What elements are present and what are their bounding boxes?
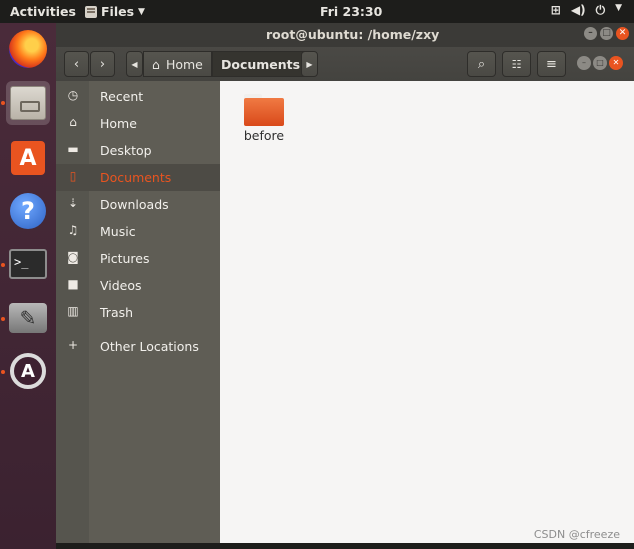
window-title: root@ubuntu: /home/zxy [266, 27, 440, 42]
clock[interactable]: Fri 23:30 [320, 4, 382, 19]
sidebar-item-videos[interactable]: ■ Videos [56, 272, 220, 299]
network-icon: ⊞ [550, 3, 561, 17]
sidebar-item-label: Downloads [100, 197, 169, 212]
view-toggle-button[interactable]: ☷ [502, 51, 531, 77]
sidebar-item-other-locations[interactable]: + Other Locations [56, 333, 220, 360]
watermark: CSDN @cfreeze [533, 528, 620, 541]
sidebar-item-music[interactable]: ♫ Music [56, 218, 220, 245]
sidebar-item-pictures[interactable]: ◙ Pictures [56, 245, 220, 272]
files-icon [10, 86, 46, 120]
trash-icon: ▥ [67, 304, 79, 318]
system-tray[interactable]: ⊞ ◀) ⏻ ▼ [551, 3, 622, 18]
header-minimize-button[interactable]: – [577, 56, 591, 70]
running-indicator [1, 263, 5, 267]
sidebar-item-label: Documents [100, 170, 172, 185]
sidebar-item-recent[interactable]: ◷ Recent [56, 83, 220, 110]
triangle-right-icon: ▶ [306, 59, 313, 69]
launcher-help[interactable]: ? [6, 189, 50, 233]
running-indicator [1, 370, 5, 374]
places-sidebar: ◷ Recent ⌂ Home ▬ Desktop ▯ Documents ⇣ … [56, 81, 220, 543]
app-menu-label: Files [101, 4, 135, 19]
search-button[interactable]: ⌕ [467, 51, 496, 77]
title-bar[interactable]: root@ubuntu: /home/zxy – □ ✕ [56, 23, 634, 47]
sidebar-item-label: Music [100, 224, 136, 239]
document-icon: ▯ [69, 169, 77, 183]
app-menu[interactable]: Files ▼ [85, 4, 145, 19]
forward-button[interactable]: › [90, 51, 115, 77]
software-updater-icon: A [10, 353, 46, 389]
sidebar-item-label: Other Locations [100, 339, 199, 354]
sidebar-item-label: Desktop [100, 143, 152, 158]
files-app-icon [85, 5, 97, 18]
tools-icon: ✎ [9, 303, 47, 333]
plus-icon: + [67, 338, 79, 352]
file-view[interactable]: before [220, 81, 634, 543]
launcher-tools[interactable]: ✎ [6, 296, 50, 340]
sidebar-item-label: Trash [100, 305, 134, 320]
download-icon: ⇣ [67, 196, 79, 210]
chevron-left-icon: ‹ [73, 56, 80, 72]
path-scroll-left-button[interactable]: ◀ [126, 51, 143, 77]
launcher-files[interactable] [6, 81, 50, 125]
top-bar: Activities Files ▼ Fri 23:30 ⊞ ◀) ⏻ ▼ [0, 0, 634, 23]
breadcrumb-current-label: Documents [221, 56, 301, 72]
launcher-software-updater[interactable]: A [6, 349, 50, 393]
chevron-down-icon: ▼ [615, 3, 622, 13]
triangle-left-icon: ◀ [131, 59, 138, 69]
video-icon: ■ [67, 277, 79, 291]
launcher-terminal[interactable]: >_ [6, 242, 50, 286]
software-store-icon: A [11, 141, 45, 175]
back-button[interactable]: ‹ [64, 51, 89, 77]
sidebar-item-label: Videos [100, 278, 142, 293]
desktop-folder-icon: ▬ [67, 142, 79, 156]
window-controls: – □ ✕ [584, 27, 629, 40]
firefox-icon [9, 30, 47, 68]
launcher-software[interactable]: A [6, 136, 50, 180]
activities-button[interactable]: Activities [10, 4, 76, 19]
minimize-button[interactable]: – [584, 27, 597, 40]
search-icon: ⌕ [477, 56, 486, 72]
file-manager-window: root@ubuntu: /home/zxy – □ ✕ ‹ › ◀ ⌂ Hom… [56, 23, 634, 543]
close-button[interactable]: ✕ [616, 27, 629, 40]
maximize-button[interactable]: □ [600, 27, 613, 40]
terminal-icon: >_ [9, 249, 47, 279]
running-indicator [1, 101, 5, 105]
breadcrumb-documents[interactable]: Documents [212, 51, 310, 77]
chevron-down-icon: ▼ [138, 6, 145, 17]
launcher-firefox[interactable] [6, 27, 50, 71]
path-scroll-right-button[interactable]: ▶ [301, 51, 318, 77]
music-icon: ♫ [67, 223, 79, 237]
clock-icon: ◷ [67, 88, 79, 102]
camera-icon: ◙ [67, 250, 79, 264]
folder-icon [244, 94, 284, 126]
sidebar-item-home[interactable]: ⌂ Home [56, 110, 220, 137]
sidebar-item-trash[interactable]: ▥ Trash [56, 299, 220, 326]
list-view-icon: ☷ [511, 57, 522, 71]
home-icon: ⌂ [152, 56, 160, 72]
sidebar-item-label: Home [100, 116, 137, 131]
breadcrumb-home-label: Home [165, 56, 203, 72]
breadcrumb-home[interactable]: ⌂ Home [143, 51, 212, 77]
chevron-right-icon: › [99, 56, 106, 72]
menu-button[interactable]: ≡ [537, 51, 566, 77]
running-indicator [1, 317, 5, 321]
sidebar-item-downloads[interactable]: ⇣ Downloads [56, 191, 220, 218]
header-close-button[interactable]: ✕ [609, 56, 623, 70]
file-item-folder[interactable]: before [242, 94, 286, 154]
volume-icon: ◀) [570, 3, 586, 17]
sidebar-item-desktop[interactable]: ▬ Desktop [56, 137, 220, 164]
sidebar-item-label: Pictures [100, 251, 150, 266]
hamburger-menu-icon: ≡ [546, 56, 557, 72]
header-maximize-button[interactable]: □ [593, 56, 607, 70]
sidebar-item-label: Recent [100, 89, 144, 104]
file-item-name: before [243, 128, 285, 143]
help-icon: ? [10, 193, 46, 229]
home-icon: ⌂ [69, 115, 77, 129]
bottom-strip [56, 543, 634, 549]
sidebar-item-documents[interactable]: ▯ Documents [56, 164, 220, 191]
power-icon: ⏻ [595, 3, 606, 17]
launcher-dock: A ? >_ ✎ A [0, 23, 56, 549]
